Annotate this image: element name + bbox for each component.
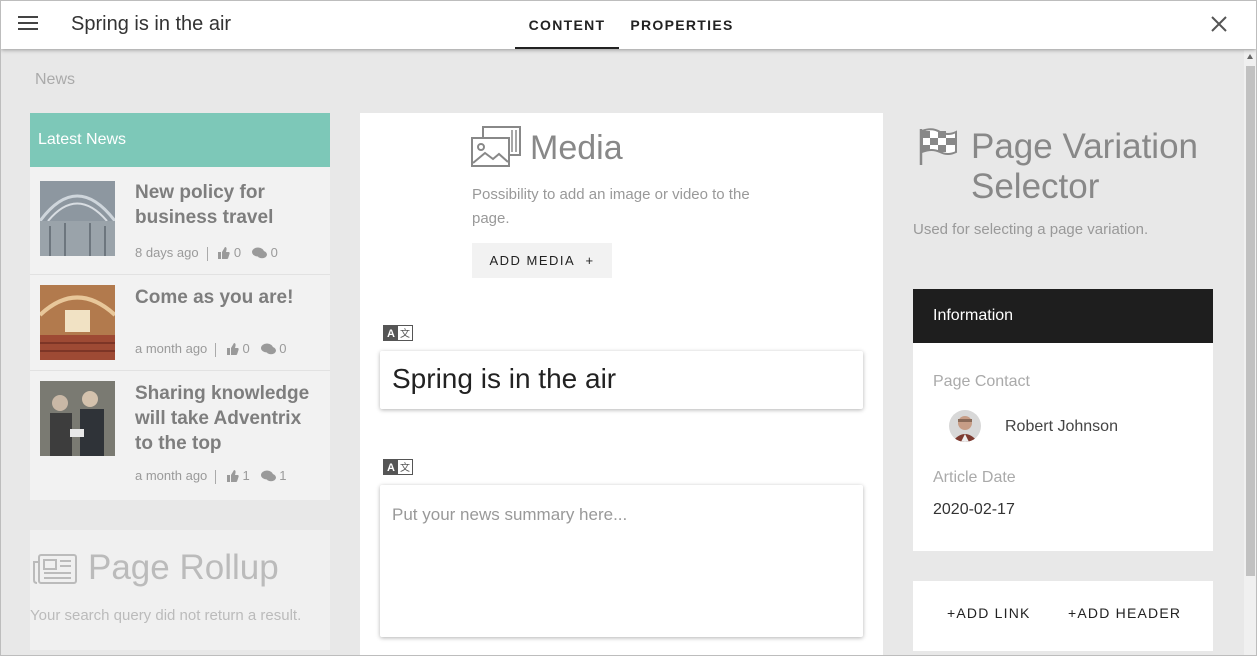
comments-count: 0 [279,341,287,356]
content-editor: Media Possibility to add an image or vid… [360,113,883,655]
scrollbar-thumb[interactable] [1246,66,1255,576]
avatar[interactable] [949,410,981,442]
comments-icon[interactable] [260,343,276,355]
add-header-button[interactable]: +ADD HEADER [1068,605,1181,621]
latest-news-heading: Latest News [30,113,330,167]
likes-count: 0 [242,341,250,356]
news-item-title[interactable]: Sharing knowledge will take Adventrix to… [135,381,315,456]
vertical-scrollbar[interactable] [1244,50,1256,655]
media-title: Media [530,129,623,167]
news-item-time: 8 days ago [135,245,199,260]
article-date-label: Article Date [933,469,1016,486]
news-item-time: a month ago [135,468,208,483]
comments-icon[interactable] [251,247,267,259]
page-variation-description: Used for selecting a page variation. [913,221,1149,238]
plus-icon: + [947,605,957,621]
app-window: Spring is in the air CONTENT PROPERTIES … [0,0,1257,656]
page-contact-name[interactable]: Robert Johnson [1005,418,1118,436]
news-item[interactable]: New policy for business travel 8 days ag… [30,167,330,275]
svg-text:文: 文 [400,327,410,340]
page-rollup-message: Your search query did not return a resul… [30,607,302,624]
comments-count: 0 [270,245,278,260]
page-variation-title: Page Variation Selector [971,127,1199,206]
breadcrumb[interactable]: News [35,71,75,89]
hamburger-menu-icon[interactable] [18,16,38,32]
thumbs-up-icon[interactable] [226,470,239,482]
svg-text:A: A [387,328,395,340]
plus-icon: + [585,253,595,268]
close-icon[interactable] [1209,14,1229,34]
news-thumbnail[interactable] [40,285,115,360]
top-bar: Spring is in the air CONTENT PROPERTIES [1,1,1256,49]
svg-text:A: A [387,462,395,474]
newspaper-icon [33,554,77,584]
media-icon [471,126,521,167]
add-media-label: ADD MEDIA [489,253,576,268]
summary-textarea[interactable] [380,485,863,637]
add-header-label: ADD HEADER [1077,605,1182,621]
news-item-time: a month ago [135,341,208,356]
page-rollup-title: Page Rollup [88,548,279,587]
comments-count: 1 [279,468,287,483]
news-thumbnail[interactable] [40,181,115,256]
news-item-title[interactable]: Come as you are! [135,285,315,310]
page-contact-label: Page Contact [933,373,1030,390]
plus-icon: + [1068,605,1078,621]
news-item[interactable]: Sharing knowledge will take Adventrix to… [30,371,330,500]
likes-count: 0 [233,245,242,260]
thumbs-up-icon[interactable] [217,247,230,259]
media-description: Possibility to add an image or video to … [472,186,750,227]
checkered-flag-icon [919,128,957,165]
article-date-value: 2020-02-17 [933,501,1015,518]
news-item-meta: 8 days ago 0 0 [135,245,278,261]
title-input[interactable]: Spring is in the air [380,351,863,409]
scroll-up-icon[interactable] [1247,54,1253,59]
information-widget: Information Page Contact Robert Johnson … [913,289,1213,551]
svg-text:文: 文 [400,461,410,474]
news-item-title[interactable]: New policy for business travel [135,180,315,230]
news-item-meta: a month ago 0 0 [135,341,286,357]
translate-icon[interactable]: A 文 [383,459,413,475]
news-item[interactable]: Come as you are! a month ago 0 0 [30,275,330,371]
comments-icon[interactable] [260,470,276,482]
add-link-label: ADD LINK [956,605,1031,621]
add-media-button[interactable]: ADD MEDIA + [472,243,612,278]
news-item-meta: a month ago 1 1 [135,468,286,484]
links-widget: +ADD LINK +ADD HEADER [913,581,1213,651]
translate-icon[interactable]: A 文 [383,325,413,341]
latest-news-widget: Latest News New policy for business trav… [30,113,330,500]
likes-count: 1 [242,468,250,483]
thumbs-up-icon[interactable] [226,343,239,355]
page-title: Spring is in the air [71,13,232,35]
tab-content[interactable]: CONTENT [515,1,619,49]
tab-properties[interactable]: PROPERTIES [623,1,741,49]
page-rollup-widget: Page Rollup Your search query did not re… [30,530,330,650]
add-link-button[interactable]: +ADD LINK [947,605,1031,621]
information-heading: Information [913,289,1213,343]
news-thumbnail[interactable] [40,381,115,456]
